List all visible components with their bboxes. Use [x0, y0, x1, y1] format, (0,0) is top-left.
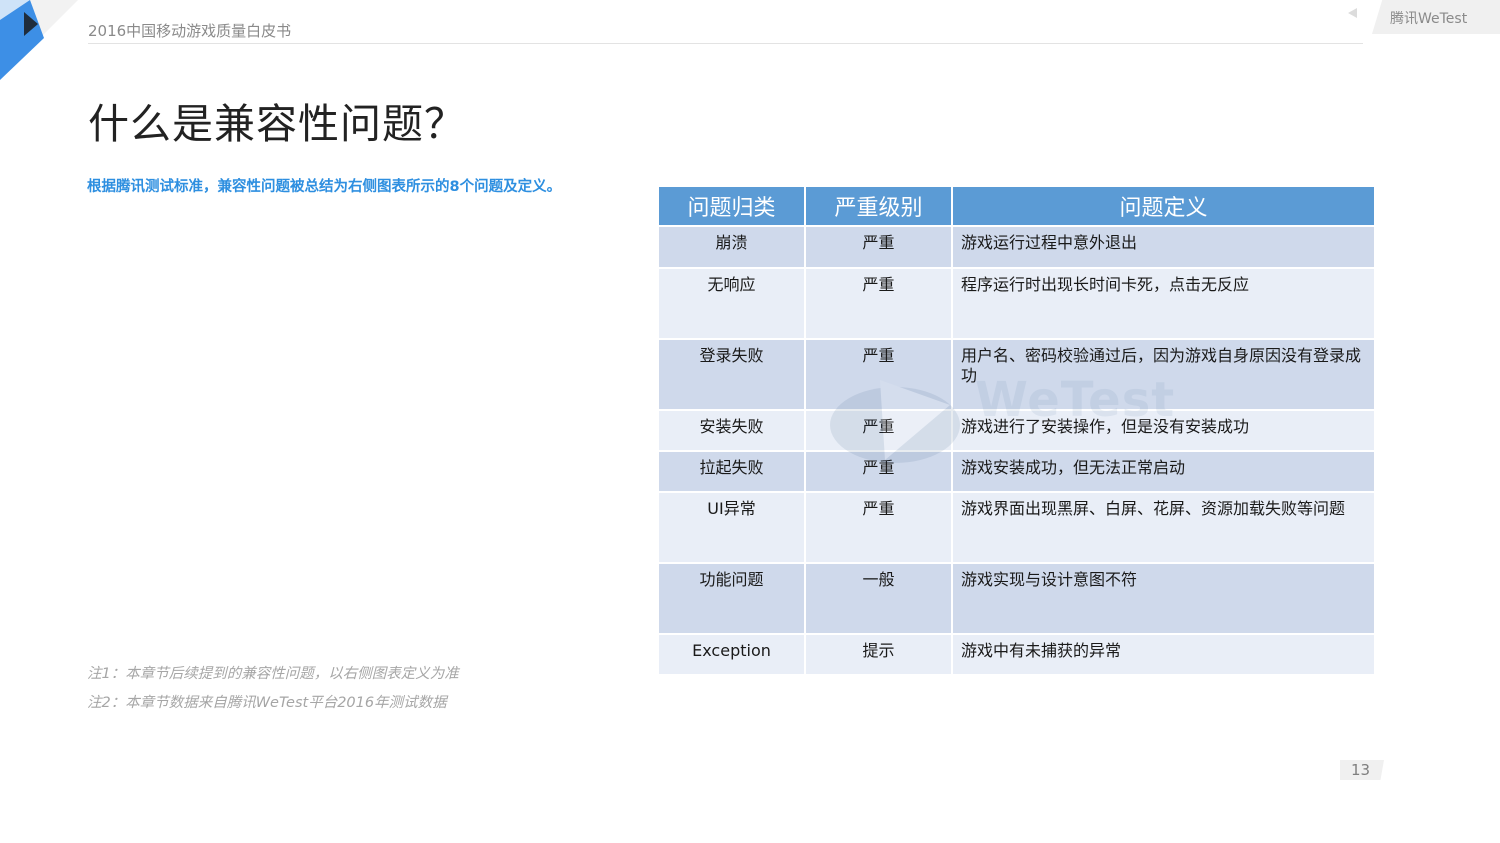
- cell-category: 拉起失败: [659, 452, 804, 491]
- cell-severity: 严重: [806, 452, 951, 491]
- cell-category: 功能问题: [659, 564, 804, 633]
- cell-category: 崩溃: [659, 227, 804, 267]
- page-number: 13: [1351, 761, 1371, 779]
- table-row: 无响应 严重 程序运行时出现长时间卡死，点击无反应: [659, 269, 1374, 338]
- table-row: Exception 提示 游戏中有未捕获的异常: [659, 635, 1374, 674]
- cell-category: UI异常: [659, 493, 804, 562]
- cell-category: 登录失败: [659, 340, 804, 409]
- table-row: 功能问题 一般 游戏实现与设计意图不符: [659, 564, 1374, 633]
- page-heading: 什么是兼容性问题？: [88, 100, 466, 148]
- cell-category: 无响应: [659, 269, 804, 338]
- cell-severity: 严重: [806, 269, 951, 338]
- cell-category: 安装失败: [659, 411, 804, 450]
- table-row: 登录失败 严重 用户名、密码校验通过后，因为游戏自身原因没有登录成功: [659, 340, 1374, 409]
- cell-definition: 程序运行时出现长时间卡死，点击无反应: [953, 269, 1374, 338]
- footnote-1: 注1：本章节后续提到的兼容性问题，以右侧图表定义为准: [87, 666, 459, 682]
- cell-definition: 游戏实现与设计意图不符: [953, 564, 1374, 633]
- cell-definition: 用户名、密码校验通过后，因为游戏自身原因没有登录成功: [953, 340, 1374, 409]
- intro-text: 根据腾讯测试标准，兼容性问题被总结为右侧图表所示的8个问题及定义。: [87, 179, 562, 195]
- cell-severity: 提示: [806, 635, 951, 674]
- corner-decoration: [0, 0, 78, 80]
- brand-label: 腾讯WeTest: [1390, 11, 1468, 27]
- document-title: 2016中国移动游戏质量白皮书: [88, 22, 292, 40]
- cell-definition: 游戏界面出现黑屏、白屏、花屏、资源加载失败等问题: [953, 493, 1374, 562]
- cell-definition: 游戏安装成功，但无法正常启动: [953, 452, 1374, 491]
- table-header-row: 问题归类 严重级别 问题定义: [659, 187, 1374, 225]
- header-category: 问题归类: [659, 187, 804, 225]
- header-divider: [88, 43, 1363, 44]
- cell-definition: 游戏进行了安装操作，但是没有安装成功: [953, 411, 1374, 450]
- cell-severity: 严重: [806, 411, 951, 450]
- cell-category: Exception: [659, 635, 804, 674]
- cell-severity: 严重: [806, 227, 951, 267]
- header-definition: 问题定义: [953, 187, 1374, 225]
- definition-table: 问题归类 严重级别 问题定义 崩溃 严重 游戏运行过程中意外退出 无响应 严重 …: [657, 185, 1376, 676]
- cell-severity: 严重: [806, 493, 951, 562]
- cell-definition: 游戏中有未捕获的异常: [953, 635, 1374, 674]
- brand-arrow-icon: [1348, 8, 1357, 18]
- table-row: 崩溃 严重 游戏运行过程中意外退出: [659, 227, 1374, 267]
- table-row: UI异常 严重 游戏界面出现黑屏、白屏、花屏、资源加载失败等问题: [659, 493, 1374, 562]
- cell-severity: 严重: [806, 340, 951, 409]
- cell-severity: 一般: [806, 564, 951, 633]
- cell-definition: 游戏运行过程中意外退出: [953, 227, 1374, 267]
- footnote-2: 注2：本章节数据来自腾讯WeTest平台2016年测试数据: [87, 695, 447, 711]
- header-severity: 严重级别: [806, 187, 951, 225]
- table-row: 安装失败 严重 游戏进行了安装操作，但是没有安装成功: [659, 411, 1374, 450]
- table-row: 拉起失败 严重 游戏安装成功，但无法正常启动: [659, 452, 1374, 491]
